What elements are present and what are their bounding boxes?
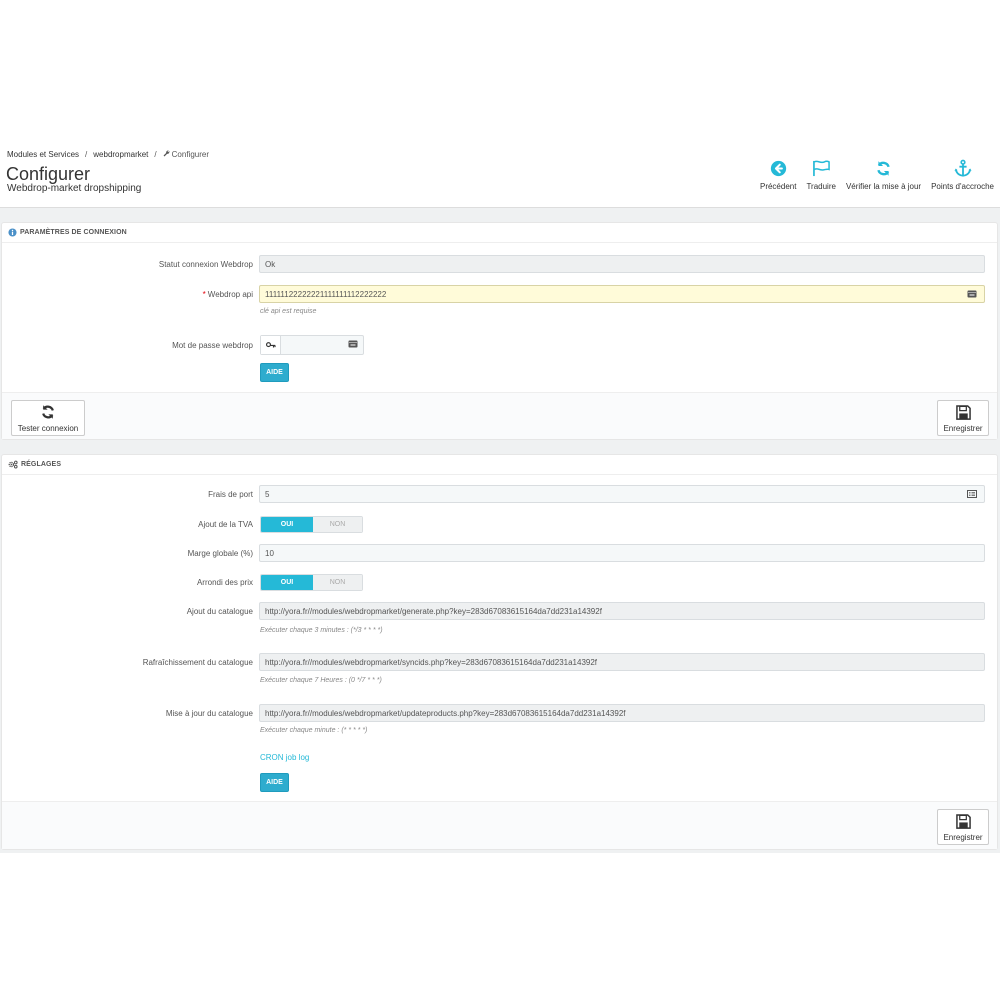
catalog-update-url: http://yora.fr//modules/webdropmarket/up… <box>265 708 626 718</box>
api-input[interactable]: 11111122222221111111112222222 <box>259 285 985 303</box>
vat-switch[interactable]: OUI NON <box>260 516 363 533</box>
shipping-input[interactable]: 5 <box>259 485 985 503</box>
catalog-refresh-row: Rafraîchissement du catalogue http://yor… <box>2 652 999 672</box>
page-header: Modules et Services / webdropmarket / Config… <box>0 140 1000 208</box>
settings-save-button[interactable]: Enregistrer <box>937 809 989 845</box>
status-row: Statut connexion Webdrop Ok <box>2 254 999 274</box>
margin-value: 10 <box>265 548 274 558</box>
catalog-update-row: Mise à jour du catalogue http://yora.fr/… <box>2 703 999 723</box>
breadcrumb: Modules et Services / webdropmarket / Config… <box>7 150 209 159</box>
api-label-text: Webdrop api <box>207 290 253 299</box>
status-field: Ok <box>259 255 985 273</box>
settings-panel-heading: RÉGLAGES <box>2 455 997 475</box>
margin-row: Marge globale (%) 10 <box>2 543 999 563</box>
settings-help-button[interactable]: AIDE <box>260 773 289 792</box>
vat-row: Ajout de la TVA OUI NON <box>2 515 999 535</box>
connection-heading-text: PARAMÈTRES DE CONNEXION <box>20 229 127 236</box>
hooks-button[interactable]: Points d'accroche <box>926 158 999 191</box>
status-value: Ok <box>265 259 276 269</box>
rounding-label: Arrondi des prix <box>196 578 253 587</box>
connection-help-button[interactable]: AIDE <box>260 363 289 382</box>
status-label: Statut connexion Webdrop <box>158 260 253 269</box>
check-update-button[interactable]: Vérifier la mise à jour <box>841 158 926 191</box>
key-icon <box>261 336 281 354</box>
anchor-icon <box>952 158 974 178</box>
connection-panel: PARAMÈTRES DE CONNEXION Statut connexion… <box>1 222 998 440</box>
password-input-group[interactable] <box>260 335 364 355</box>
cron-log-link[interactable]: CRON job log <box>260 753 309 762</box>
breadcrumb-separator: / <box>85 150 88 159</box>
settings-panel-footer: Enregistrer <box>2 801 997 849</box>
translate-button[interactable]: Traduire <box>801 158 841 191</box>
keyboard-icon[interactable] <box>348 340 358 350</box>
breadcrumb-item-module[interactable]: webdropmarket <box>93 150 148 159</box>
vat-off[interactable]: NON <box>313 517 362 532</box>
page-title: Configurer <box>6 164 91 184</box>
refresh-icon <box>873 158 895 178</box>
catalog-update-label: Mise à jour du catalogue <box>165 709 253 718</box>
catalog-add-url: http://yora.fr//modules/webdropmarket/ge… <box>265 606 602 616</box>
shipping-row: Frais de port 5 <box>2 484 999 504</box>
margin-input[interactable]: 10 <box>259 544 985 562</box>
vat-on[interactable]: OUI <box>261 517 313 532</box>
toolbar: Précédent Traduire Vérifier la mise à jo… <box>755 158 999 191</box>
breadcrumb-item-current: Configurer <box>171 150 209 159</box>
settings-save-label: Enregistrer <box>943 833 983 842</box>
rounding-switch[interactable]: OUI NON <box>260 574 363 591</box>
password-label: Mot de passe webdrop <box>172 341 253 350</box>
flag-icon <box>810 158 832 178</box>
catalog-update-url-field[interactable]: http://yora.fr//modules/webdropmarket/up… <box>259 704 985 722</box>
password-row: Mot de passe webdrop <box>2 334 999 356</box>
connection-panel-footer: Tester connexion Enregistrer <box>2 392 997 439</box>
refresh-icon <box>40 403 56 421</box>
wrench-icon <box>163 150 170 159</box>
api-row: * Webdrop api 111111222222211111111122222… <box>2 284 999 304</box>
connection-save-button[interactable]: Enregistrer <box>937 400 989 436</box>
api-value: 11111122222221111111112222222 <box>265 289 387 299</box>
connection-panel-heading: PARAMÈTRES DE CONNEXION <box>2 223 997 243</box>
catalog-update-help: Exécuter chaque minute : (* * * * *) <box>260 727 368 734</box>
back-icon <box>767 158 789 178</box>
vat-label: Ajout de la TVA <box>198 520 253 529</box>
shipping-value: 5 <box>265 489 270 499</box>
hooks-button-label: Points d'accroche <box>931 182 994 191</box>
required-mark: * <box>202 290 206 299</box>
shipping-label: Frais de port <box>208 490 253 499</box>
list-icon <box>966 489 978 499</box>
info-icon <box>8 228 17 237</box>
save-icon <box>955 812 971 830</box>
breadcrumb-item-modules[interactable]: Modules et Services <box>7 150 79 159</box>
back-button-label: Précédent <box>759 182 797 191</box>
settings-panel: RÉGLAGES Frais de port 5 Ajout de la TVA… <box>1 454 998 850</box>
api-help: clé api est requise <box>260 308 317 315</box>
rounding-row: Arrondi des prix OUI NON <box>2 573 999 593</box>
test-connection-label: Tester connexion <box>17 424 79 433</box>
rounding-on[interactable]: OUI <box>261 575 313 590</box>
save-icon <box>955 403 971 421</box>
catalog-refresh-help: Exécuter chaque 7 Heures : (0 */7 * * *) <box>260 677 382 684</box>
rounding-off[interactable]: NON <box>313 575 362 590</box>
keyboard-icon[interactable] <box>966 289 978 299</box>
margin-label: Marge globale (%) <box>187 549 253 558</box>
catalog-add-label: Ajout du catalogue <box>186 607 253 616</box>
catalog-add-row: Ajout du catalogue http://yora.fr//modul… <box>2 601 999 621</box>
connection-save-label: Enregistrer <box>943 424 983 433</box>
catalog-refresh-url-field[interactable]: http://yora.fr//modules/webdropmarket/sy… <box>259 653 985 671</box>
catalog-add-url-field[interactable]: http://yora.fr//modules/webdropmarket/ge… <box>259 602 985 620</box>
api-label: * Webdrop api <box>203 290 253 299</box>
breadcrumb-separator: / <box>154 150 157 159</box>
catalog-add-help: Exécuter chaque 3 minutes : (*/3 * * * *… <box>260 627 383 634</box>
check-update-button-label: Vérifier la mise à jour <box>845 182 922 191</box>
test-connection-button[interactable]: Tester connexion <box>11 400 85 436</box>
settings-heading-text: RÉGLAGES <box>21 461 62 468</box>
main-content: PARAMÈTRES DE CONNEXION Statut connexion… <box>0 208 1000 853</box>
back-button[interactable]: Précédent <box>755 158 801 191</box>
cogs-icon <box>8 460 18 469</box>
page-subtitle: Webdrop-market dropshipping <box>7 183 142 194</box>
translate-button-label: Traduire <box>806 182 836 191</box>
catalog-refresh-url: http://yora.fr//modules/webdropmarket/sy… <box>265 657 598 667</box>
catalog-refresh-label: Rafraîchissement du catalogue <box>142 658 253 667</box>
